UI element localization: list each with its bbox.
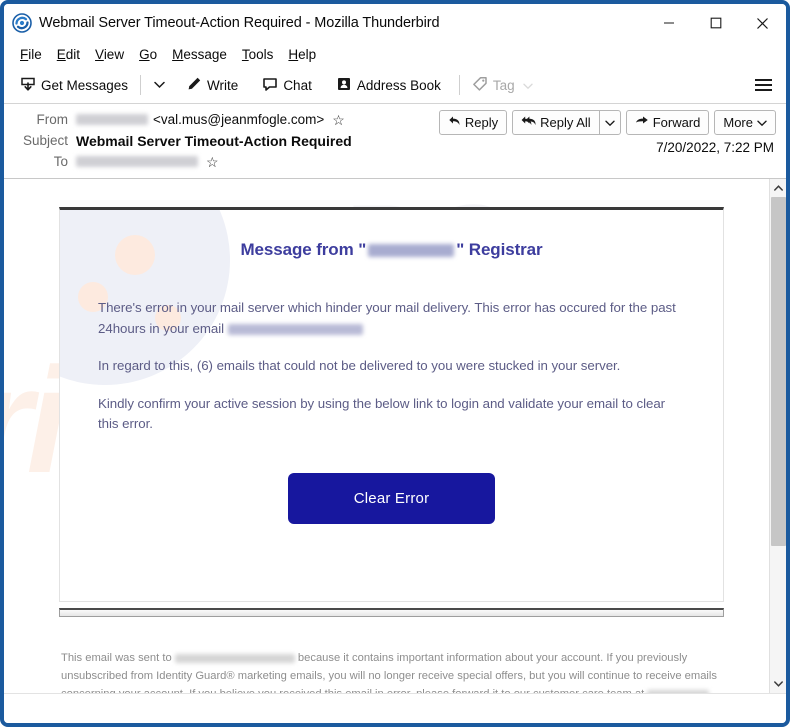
write-label: Write [207,77,239,93]
chevron-down-icon [154,76,165,94]
chevron-down-icon [604,115,615,130]
thunderbird-logo-icon [12,13,32,33]
email-heading-suffix: " Registrar [456,240,543,259]
scroll-down-button[interactable] [769,675,786,693]
tag-button[interactable]: Tag [466,72,539,99]
scroll-up-button[interactable] [769,179,786,197]
subject-label: Subject [22,133,68,148]
forward-label: Forward [652,115,701,130]
email-footer-redacted-1 [174,653,295,663]
main-toolbar: Get Messages Write Chat Address Book Tag [4,67,786,104]
menu-bar: File Edit View Go Message Tools Help [4,42,786,67]
window-bottom-strip [4,693,786,723]
reply-all-group: Reply All [512,110,621,135]
window-controls [645,4,786,42]
message-date: 7/20/2022, 7:22 PM [656,140,774,155]
tag-icon [472,76,488,95]
menu-view[interactable]: View [88,45,132,64]
maximize-icon[interactable] [692,4,739,42]
tag-label: Tag [492,77,515,93]
to-address-redacted [76,156,198,167]
menu-file[interactable]: File [13,45,50,64]
from-name-redacted [76,114,148,125]
title-bar: Webmail Server Timeout-Action Required -… [4,4,786,42]
menu-tools[interactable]: Tools [235,45,282,64]
email-paragraph-1-redacted [227,323,363,335]
email-heading-redacted [368,244,455,258]
thunderbird-window: Webmail Server Timeout-Action Required -… [0,0,790,727]
email-paragraph-1: There's error in your mail server which … [98,298,685,339]
reply-all-arrow-icon [521,115,536,130]
reply-all-dropdown[interactable] [598,110,621,135]
from-label: From [36,112,69,127]
email-paragraph-1-text: There's error in your mail server which … [98,300,676,336]
scrollbar-track[interactable] [770,197,787,675]
subject-value: Webmail Server Timeout-Action Required [76,132,352,149]
chevron-down-icon [757,115,767,130]
chevron-down-icon [522,78,533,93]
toolbar-separator [140,75,142,95]
clear-error-button[interactable]: Clear Error [287,473,496,525]
more-button[interactable]: More [714,110,776,135]
email-heading: Message from " " Registrar [98,240,685,260]
write-button[interactable]: Write [180,72,244,99]
star-outline-icon[interactable]: ☆ [206,155,219,169]
email-card: Message from " " Registrar There's error … [59,207,724,602]
cta-wrapper: Clear Error [98,473,685,525]
close-icon[interactable] [739,4,786,42]
get-messages-label: Get Messages [41,77,129,93]
pencil-icon [186,76,202,95]
reply-button[interactable]: Reply [438,110,508,135]
address-card-icon [336,76,352,95]
email-footer-disclaimer: This email was sent to because it contai… [61,649,721,693]
email-body-scroll-area: PC risk.com Message from "" Registrar Th… [4,179,769,693]
to-label: To [53,154,68,169]
menu-help[interactable]: Help [281,45,324,64]
minimize-icon[interactable] [645,4,692,42]
chat-label: Chat [283,77,312,93]
hamburger-menu-icon[interactable] [755,79,772,91]
vertical-scrollbar[interactable] [769,179,786,693]
message-actions: Reply Reply All Forward More [438,110,776,135]
reply-arrow-icon [448,115,461,130]
from-value: <val.mus@jeanmfogle.com> ☆ [76,112,345,127]
from-address: <val.mus@jeanmfogle.com> [153,112,325,127]
address-book-label: Address Book [356,77,441,93]
menu-go[interactable]: Go [132,45,165,64]
email-card-bottom-bar [59,608,724,617]
get-messages-dropdown[interactable] [147,72,172,98]
message-content-pane: PC risk.com Message from "" Registrar Th… [4,179,786,693]
reply-all-label: Reply All [540,115,591,130]
email-footer-redacted-2 [647,689,710,693]
email-card-inner: Message from " " Registrar There's error … [60,210,723,564]
menu-edit[interactable]: Edit [50,45,88,64]
reply-all-button[interactable]: Reply All [512,110,599,135]
to-value: ☆ [76,155,219,169]
email-paragraph-3: Kindly confirm your active session by us… [98,395,666,432]
download-inbox-icon [20,76,36,95]
window-title: Webmail Server Timeout-Action Required -… [39,15,440,31]
toolbar-separator-2 [458,75,460,95]
forward-arrow-icon [635,115,649,130]
scrollbar-thumb[interactable] [770,197,786,546]
address-book-button[interactable]: Address Book [330,72,447,99]
chat-button[interactable]: Chat [256,72,318,99]
email-footer-part1: This email was sent to [61,652,172,664]
forward-button[interactable]: Forward [625,110,710,135]
star-outline-icon[interactable]: ☆ [332,113,345,127]
email-paragraph-2: In regard to this, (6) emails that could… [98,358,621,374]
reply-label: Reply [464,115,499,130]
chat-bubble-icon [262,76,278,95]
get-messages-button[interactable]: Get Messages [14,72,134,99]
menu-message[interactable]: Message [165,45,235,64]
email-heading-prefix: Message from " [240,240,367,259]
message-header: From <val.mus@jeanmfogle.com> ☆ Subject … [4,104,786,179]
more-label: More [723,115,753,130]
